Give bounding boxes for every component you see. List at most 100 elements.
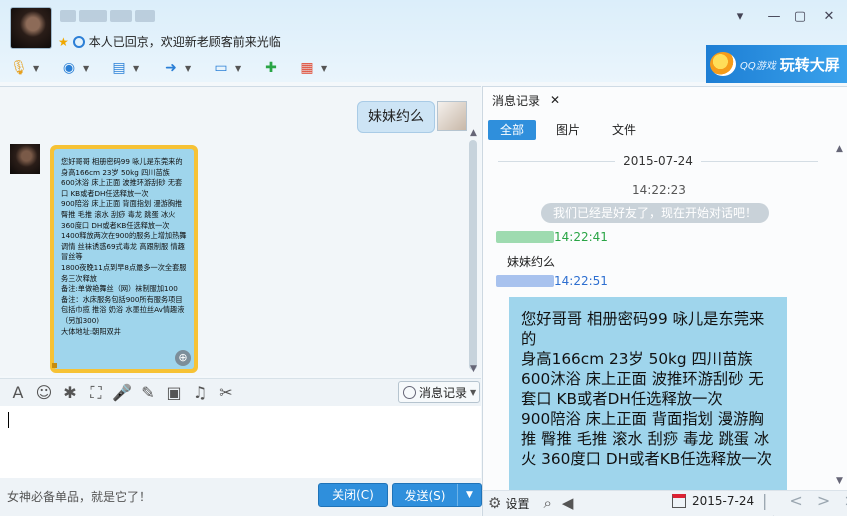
image-message[interactable]: 您好哥哥 相册密码99 咏儿是东莞来的 身高166cm 23岁 50kg 四川苗…	[50, 145, 198, 373]
scroll-down-arrow[interactable]: ▼	[470, 364, 477, 374]
status-text: 本人已回京，欢迎新老顾客前来光临	[88, 35, 281, 49]
image-text-line: 备注：水床服务包括900所有服务项目 包括巾揽 推浴 奶浴 水墨拉丝Av情趣液（…	[61, 294, 185, 325]
history-scroll-down-arrow[interactable]: ▼	[836, 476, 843, 486]
qq-game-banner[interactable]: QQ游戏 玩转大屏	[706, 45, 847, 83]
history-date: 2015-07-24	[623, 154, 693, 168]
image-text-line: 600沐浴 床上正面 波推环游刮砂 无套口 KB或者DH任选释放一次	[521, 370, 764, 408]
video-call-button[interactable]: ◉ ▼	[58, 56, 89, 80]
banner-tagline: 玩转大屏	[779, 55, 840, 74]
gear-icon: ⚙	[488, 494, 502, 512]
history-message-time: 14:22:51	[554, 274, 608, 288]
settings-button[interactable]: ⚙ 设置 ⌕ ◀	[488, 494, 573, 512]
chat-scrollbar[interactable]	[469, 140, 477, 370]
contact-nickname-blurred	[60, 8, 170, 24]
message-input[interactable]	[0, 406, 481, 478]
banner-logo-text: QQ游戏	[740, 60, 776, 72]
apps-button[interactable]: ▦ ▼	[296, 56, 327, 80]
footer-date: 2015-7-24	[692, 494, 755, 508]
contact-avatar-small[interactable]	[10, 144, 40, 174]
sender-name-blurred	[496, 231, 554, 243]
video-call-icon: ◉	[62, 60, 76, 76]
clock-icon	[403, 385, 416, 399]
image-text-line: 900陪浴 床上正面 背面指划 漫游胸推 臀推 毛推 滚水 刮痧 毒龙 跳蛋 冰…	[61, 199, 183, 230]
history-sender-row: 14:22:51	[496, 274, 608, 288]
emoji-icon[interactable]: ☺	[34, 383, 54, 402]
screenshot-icon[interactable]: ⛶	[86, 383, 106, 403]
history-message-time: 14:22:41	[554, 230, 608, 244]
date-picker[interactable]: 2015-7-24	[672, 494, 754, 508]
remote-desktop-icon: ▭	[214, 60, 228, 76]
filter-all[interactable]: 全部	[488, 120, 537, 140]
file-transfer-icon: ➜	[165, 60, 177, 76]
scroll-up-arrow[interactable]: ▲	[470, 128, 477, 138]
image-corner-mark	[52, 363, 57, 368]
image-message-content: 您好哥哥 相册密码99 咏儿是东莞来的 身高166cm 23岁 50kg 四川苗…	[54, 149, 194, 369]
search-icon[interactable]: ⌕	[543, 494, 551, 512]
image-text-line: 您好哥哥 相册密码99 咏儿是东莞来的	[61, 157, 183, 166]
history-tab-label: 消息记录	[492, 93, 541, 108]
settings-label: 设置	[505, 496, 530, 511]
my-message-bubble[interactable]: 妹妹约么	[357, 101, 435, 133]
close-icon[interactable]: ✕	[818, 8, 840, 26]
remote-desktop-button[interactable]: ▭ ▼	[210, 56, 241, 80]
scissors-icon[interactable]: ✂	[216, 383, 236, 402]
image-text-line: 您好哥哥 相册密码99 咏儿是东莞来的	[521, 310, 765, 348]
qq-game-logo	[710, 52, 736, 76]
maximize-icon[interactable]: ▢	[789, 8, 811, 26]
chevron-down-icon[interactable]: ▼	[133, 64, 139, 73]
first-page-icon[interactable]: |<	[762, 491, 775, 516]
sender-name-blurred	[496, 275, 554, 287]
speaker-icon[interactable]: ◀	[562, 494, 574, 512]
image-text-line: 1800夜晚11点到早8点最多一次全套服务三次释放	[61, 262, 187, 283]
image-text-line: 大体地址:朝阳双井	[61, 326, 121, 336]
my-avatar[interactable]	[437, 101, 467, 131]
font-icon[interactable]: A	[8, 383, 28, 402]
filter-files[interactable]: 文件	[600, 120, 648, 140]
ad-link[interactable]: 女神必备单品，就是它了！	[7, 488, 151, 505]
history-scroll-up-arrow[interactable]: ▲	[836, 144, 843, 154]
edit-icon[interactable]: ✎	[138, 383, 158, 402]
music-icon[interactable]: ♫	[190, 383, 210, 402]
voice-icon[interactable]: 🎤	[112, 383, 132, 402]
send-label: 发送(S)	[404, 488, 446, 503]
chevron-down-icon[interactable]: ▼	[83, 64, 89, 73]
voice-call-button[interactable]: 🎙 ▼	[8, 56, 39, 80]
chevron-down-icon[interactable]: ▼	[235, 64, 241, 73]
calendar-icon	[672, 494, 686, 508]
history-sender-row: 14:22:41	[496, 230, 608, 244]
screen-share-button[interactable]: ▤ ▼	[108, 56, 139, 80]
star-icon: ★	[58, 34, 69, 49]
history-message-text: 妹妹约么	[507, 255, 556, 269]
new-chat-button[interactable]: ✚	[260, 56, 282, 80]
prev-page-icon[interactable]: <	[789, 491, 802, 516]
image-text-line: 身高166cm 23岁 50kg 四川苗族	[61, 167, 170, 177]
text-caret	[8, 412, 9, 428]
next-page-icon[interactable]: >	[817, 491, 830, 516]
microphone-icon: 🎙	[10, 60, 28, 76]
history-pagination: |< < > >|	[762, 491, 847, 516]
message-history-button[interactable]: 消息记录 ▼	[398, 381, 480, 403]
minimize-icon[interactable]: —	[763, 8, 785, 26]
image-icon[interactable]: ▣	[164, 383, 184, 402]
close-button[interactable]: 关闭(C)	[318, 483, 388, 507]
file-transfer-button[interactable]: ➜ ▼	[160, 56, 191, 80]
history-time: 14:22:23	[632, 183, 686, 197]
chevron-down-icon[interactable]: ▼	[185, 64, 191, 73]
zoom-in-icon[interactable]: ⊕	[175, 350, 191, 366]
image-text-line: 1400释放两次在900的服务上增加热舞调情 丝袜诱惑69式毒龙 高跟制服 情趣…	[61, 231, 187, 262]
history-date-divider: 2015-07-24	[498, 152, 818, 170]
send-options-chevron-icon[interactable]: ▼	[457, 484, 481, 506]
filter-images[interactable]: 图片	[544, 120, 592, 140]
system-message: 我们已经是好友了，现在开始对话吧！	[541, 203, 770, 223]
history-tab[interactable]: 消息记录 ✕	[484, 88, 566, 112]
contact-avatar[interactable]	[10, 7, 52, 49]
chevron-down-icon[interactable]: ▼	[33, 64, 39, 73]
history-image-message[interactable]: 您好哥哥 相册密码99 咏儿是东莞来的 身高166cm 23岁 50kg 四川苗…	[509, 297, 787, 490]
chevron-down-icon[interactable]: ▾	[729, 8, 751, 26]
close-tab-icon[interactable]: ✕	[550, 93, 560, 107]
send-button[interactable]: 发送(S) ▼	[392, 483, 482, 507]
message-history-label: 消息记录	[419, 385, 468, 400]
screen-share-icon: ▤	[112, 60, 126, 76]
chevron-down-icon[interactable]: ▼	[321, 64, 327, 73]
poke-icon[interactable]: ✱	[60, 383, 80, 402]
